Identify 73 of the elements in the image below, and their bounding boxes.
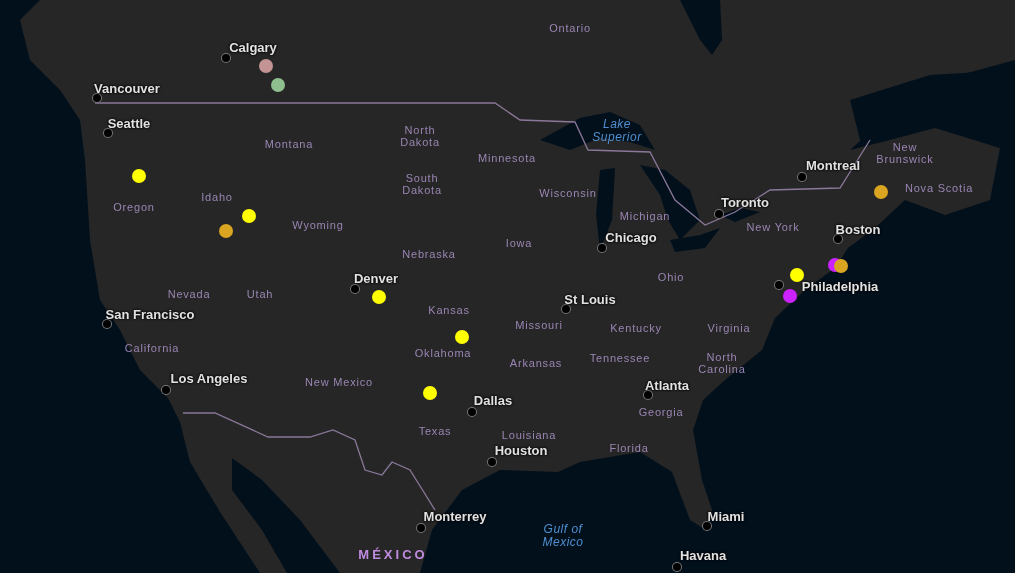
city-marker-icon xyxy=(162,386,170,394)
region-label: Nova Scotia xyxy=(904,181,974,195)
city-marker-icon xyxy=(644,391,652,399)
region-label: Michigan xyxy=(619,209,671,223)
city-marker-icon xyxy=(104,129,112,137)
region-label: South Dakota xyxy=(401,171,443,197)
city-marker-icon xyxy=(598,244,606,252)
region-label: New Mexico xyxy=(305,375,373,389)
region-label: Montana xyxy=(264,137,314,151)
country-label: MÉXICO xyxy=(358,547,428,563)
region-label: Wyoming xyxy=(292,218,344,232)
region-label: California xyxy=(124,341,180,355)
city-marker-icon xyxy=(351,285,359,293)
city-label: Atlanta xyxy=(644,378,690,394)
city-label: Houston xyxy=(494,443,548,459)
city-label: Vancouver xyxy=(94,81,160,97)
city-marker-icon xyxy=(834,235,842,243)
city-label: Toronto xyxy=(720,195,770,211)
city-label: Seattle xyxy=(107,116,151,132)
city-label: Miami xyxy=(707,509,745,525)
region-label: Tennessee xyxy=(589,351,651,365)
region-label: Nevada xyxy=(167,287,211,301)
city-marker-icon xyxy=(775,281,783,289)
data-point[interactable] xyxy=(790,268,804,282)
city-label: Denver xyxy=(353,271,399,287)
city-label: Chicago xyxy=(605,230,657,246)
region-label: Nebraska xyxy=(402,247,456,261)
city-label: Dallas xyxy=(473,393,513,409)
region-label: Idaho xyxy=(201,190,233,204)
city-label: Havana xyxy=(679,548,727,564)
region-label: Georgia xyxy=(638,405,684,419)
city-marker-icon xyxy=(488,458,496,466)
region-label: Oregon xyxy=(113,200,155,214)
region-label: Kansas xyxy=(428,303,470,317)
city-marker-icon xyxy=(222,54,230,62)
region-label: Virginia xyxy=(707,321,751,335)
city-marker-icon xyxy=(703,522,711,530)
region-label: Minnesota xyxy=(478,151,536,165)
region-label: Ohio xyxy=(657,270,685,284)
data-point[interactable] xyxy=(834,259,848,273)
city-label: Boston xyxy=(835,222,881,238)
region-label: Missouri xyxy=(515,318,563,332)
region-label: Kentucky xyxy=(610,321,662,335)
city-label: Calgary xyxy=(229,40,277,56)
city-label: Montreal xyxy=(805,158,861,174)
city-label: Monterrey xyxy=(423,509,487,525)
region-label: Texas xyxy=(418,424,452,438)
water-label: Lake Superior xyxy=(591,117,643,145)
city-label: St Louis xyxy=(564,292,616,308)
city-label: Philadelphia xyxy=(801,279,879,295)
region-label: Iowa xyxy=(505,236,533,250)
region-label: Oklahoma xyxy=(414,346,472,360)
region-label: New York xyxy=(746,220,800,234)
region-label: Louisiana xyxy=(501,428,557,442)
city-marker-icon xyxy=(715,210,723,218)
city-marker-icon xyxy=(103,320,111,328)
city-label: Los Angeles xyxy=(170,371,248,387)
city-marker-icon xyxy=(417,524,425,532)
city-marker-icon xyxy=(673,563,681,571)
region-label: North Dakota xyxy=(399,123,441,149)
city-label: San Francisco xyxy=(105,307,195,323)
region-label: Ontario xyxy=(549,21,591,35)
city-marker-icon xyxy=(93,94,101,102)
region-label: Utah xyxy=(246,287,274,301)
city-marker-icon xyxy=(468,408,476,416)
region-label: New Brunswick xyxy=(875,140,935,166)
water-label: Gulf of Mexico xyxy=(541,522,585,550)
region-label: Wisconsin xyxy=(539,186,597,200)
region-label: Arkansas xyxy=(509,356,563,370)
region-label: Florida xyxy=(609,441,649,455)
city-marker-icon xyxy=(562,305,570,313)
region-label: North Carolina xyxy=(697,350,747,376)
city-marker-icon xyxy=(798,173,806,181)
